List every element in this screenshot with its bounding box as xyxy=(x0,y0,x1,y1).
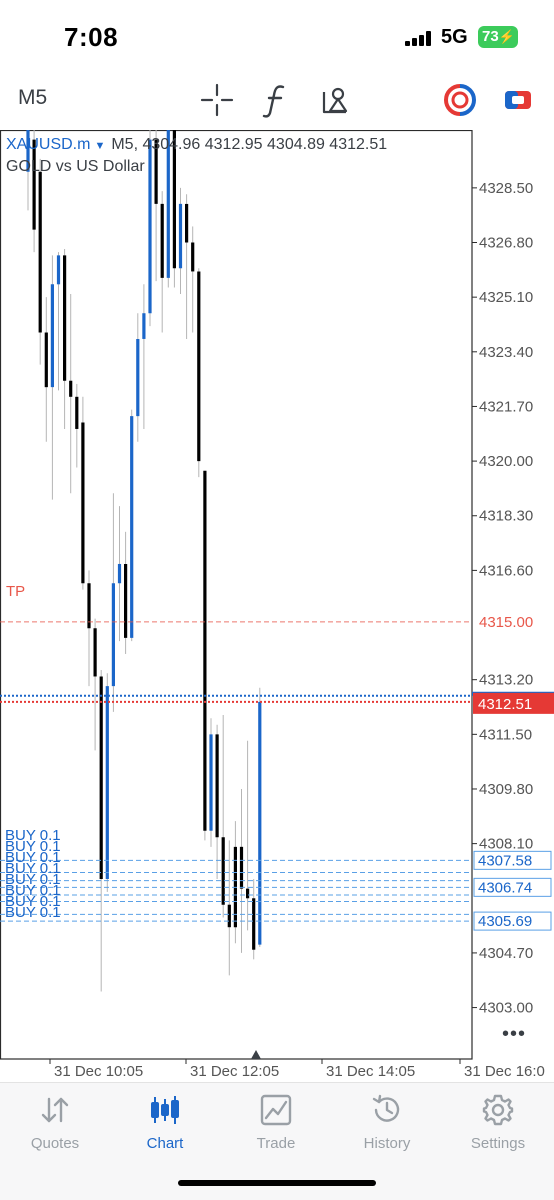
trade-toggle-icon[interactable] xyxy=(498,80,538,120)
more-options-icon[interactable]: ••• xyxy=(502,1023,526,1046)
quote-line: M5, 4304.96 4312.95 4304.89 4312.51 xyxy=(111,136,388,153)
tp-label: TP xyxy=(6,583,26,600)
symbol-name[interactable]: XAUUSD.m xyxy=(6,136,90,153)
y-tick-label: 4303.00 xyxy=(479,1000,533,1017)
nav-history[interactable]: History xyxy=(337,1093,437,1152)
objects-icon[interactable] xyxy=(316,80,356,120)
y-tick-label: 4325.10 xyxy=(479,289,533,306)
y-tick-label: 4311.50 xyxy=(479,726,532,743)
nav-history-label: History xyxy=(363,1135,411,1152)
buy-price-label: 4305.69 xyxy=(478,913,532,930)
function-icon[interactable] xyxy=(256,80,296,120)
nav-trade[interactable]: Trade xyxy=(226,1093,326,1152)
battery-level: 73 xyxy=(482,28,499,45)
home-indicator xyxy=(178,1180,376,1186)
status-time: 7:08 xyxy=(64,22,119,52)
nav-chart[interactable]: Chart xyxy=(115,1093,215,1152)
x-tick-label: 31 Dec 16:0 xyxy=(464,1063,545,1080)
y-tick-label: 4323.40 xyxy=(479,344,533,361)
bid-price-label: 4312.51 xyxy=(478,696,532,713)
x-tick-label: 31 Dec 14:05 xyxy=(326,1063,415,1080)
price-chart[interactable]: 4328.50 4326.80 4325.10 4323.40 4321.70 4320.… xyxy=(0,130,554,1080)
symbol-info: XAUUSD.m ▼ M5, 4304.96 4312.95 4304.89 431… xyxy=(6,136,387,154)
timeframe-button[interactable]: M5 xyxy=(18,86,47,110)
nav-trade-label: Trade xyxy=(256,1135,296,1152)
buy-order-labels: BUY 0.1 BUY 0.1 BUY 0.1 BUY 0.1 BUY 0.1 … xyxy=(5,828,61,921)
nav-quotes[interactable]: Quotes xyxy=(5,1093,105,1152)
status-bar: 7:08 5G 73 ⚡ xyxy=(0,0,554,72)
x-tick-label: 31 Dec 12:05 xyxy=(190,1063,279,1080)
tp-price-label: 4315.00 xyxy=(479,614,533,631)
y-tick-label: 4318.30 xyxy=(479,508,533,525)
y-tick-label: 4316.60 xyxy=(479,562,533,579)
chart-candles-icon xyxy=(148,1093,182,1127)
y-tick-label: 4328.50 xyxy=(479,180,533,197)
nav-settings-label: Settings xyxy=(470,1135,526,1152)
buy-price-label: 4307.58 xyxy=(478,852,532,869)
buy-price-label: 4306.74 xyxy=(478,879,532,896)
nav-quotes-label: Quotes xyxy=(30,1135,80,1152)
time-marker-icon xyxy=(251,1050,261,1059)
network-type: 5G xyxy=(441,26,468,48)
one-click-trading-icon[interactable] xyxy=(440,80,480,120)
cellular-signal-icon xyxy=(405,30,435,46)
chart-canvas[interactable]: 4328.50 4326.80 4325.10 4323.40 4321.70 4320.… xyxy=(0,130,554,1080)
symbol-description: GOLD vs US Dollar xyxy=(6,158,145,175)
y-tick-label: 4309.80 xyxy=(479,781,533,798)
history-clock-icon xyxy=(370,1093,404,1127)
battery-icon: 73 ⚡ xyxy=(478,26,518,48)
y-tick-label: 4321.70 xyxy=(479,398,533,415)
y-tick-label: 4304.70 xyxy=(479,945,533,962)
settings-gear-icon xyxy=(481,1093,515,1127)
nav-chart-label: Chart xyxy=(146,1135,184,1152)
charging-bolt-icon: ⚡ xyxy=(498,29,515,44)
symbol-dropdown-icon[interactable]: ▼ xyxy=(94,140,105,152)
y-tick-label: 4326.80 xyxy=(479,235,533,252)
buy-order-label: BUY 0.1 xyxy=(5,904,61,921)
y-tick-label: 4313.20 xyxy=(479,672,533,689)
quotes-arrows-icon xyxy=(38,1093,72,1127)
y-tick-label: 4320.00 xyxy=(479,453,533,470)
x-tick-label: 31 Dec 10:05 xyxy=(54,1063,143,1080)
candles-group xyxy=(26,130,262,992)
crosshair-icon[interactable] xyxy=(197,80,237,120)
y-tick-label: 4308.10 xyxy=(479,836,533,853)
nav-settings[interactable]: Settings xyxy=(448,1093,548,1152)
chart-toolbar: M5 xyxy=(0,72,554,128)
trade-chart-icon xyxy=(259,1093,293,1127)
